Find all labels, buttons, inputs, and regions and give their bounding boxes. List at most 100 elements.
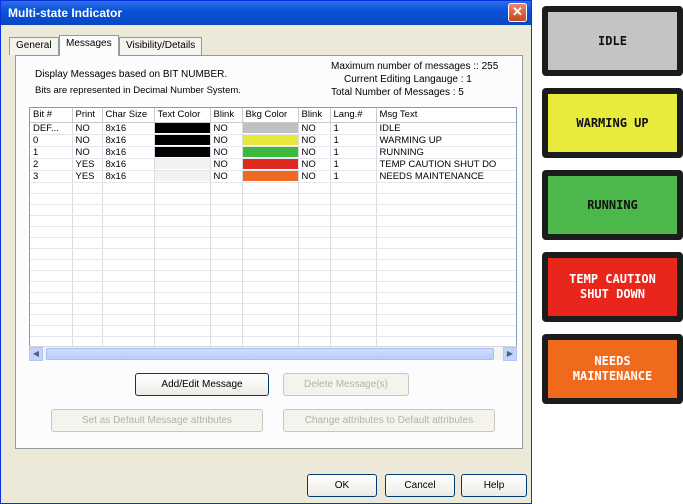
empty-cell — [102, 303, 155, 315]
empty-cell — [102, 204, 155, 216]
empty-cell — [72, 259, 103, 271]
table-row[interactable]: 0 NO 8x16 NO NO 1 WARMING UP — [30, 134, 516, 147]
empty-cell — [102, 215, 155, 227]
table-row[interactable]: 2 YES 8x16 NO NO 1 TEMP CAUTION SHUT DO — [30, 158, 516, 171]
empty-cell — [30, 182, 73, 194]
bkg-color-cell — [242, 170, 299, 183]
empty-cell — [154, 237, 211, 249]
empty-cell — [242, 259, 299, 271]
empty-cell — [154, 303, 211, 315]
column-header-msg-text[interactable]: Msg Text — [376, 108, 516, 123]
empty-cell — [210, 193, 243, 205]
window-title: Multi-state Indicator — [8, 6, 123, 20]
msg-cell: IDLE — [376, 122, 516, 135]
bit-cell: 0 — [30, 134, 73, 147]
text-color-cell — [154, 146, 211, 159]
color-swatch — [242, 171, 297, 181]
bkg-blink-cell: NO — [298, 122, 331, 135]
color-swatch — [242, 147, 297, 157]
bit-cell: 3 — [30, 170, 73, 183]
empty-cell — [102, 292, 155, 304]
msg-cell: RUNNING — [376, 146, 516, 159]
empty-cell — [330, 325, 377, 337]
empty-cell — [72, 204, 103, 216]
tab-messages[interactable]: Messages — [59, 35, 119, 56]
set-default-attributes-button[interactable]: Set as Default Message attributes — [51, 409, 263, 432]
column-header-text-color[interactable]: Text Color — [154, 108, 211, 123]
empty-cell — [210, 204, 243, 216]
column-header-lang[interactable]: Lang.# — [330, 108, 377, 123]
print-cell: YES — [72, 170, 103, 183]
empty-cell — [72, 237, 103, 249]
column-header-bkg-blink[interactable]: Blink — [298, 108, 331, 123]
empty-cell — [376, 325, 516, 337]
lang-cell: 1 — [330, 134, 377, 147]
bkg-color-cell — [242, 158, 299, 171]
column-header-print[interactable]: Print — [72, 108, 103, 123]
bkg-blink-cell: NO — [298, 134, 331, 147]
tab-general[interactable]: General — [9, 37, 59, 55]
empty-cell — [102, 237, 155, 249]
empty-cell — [210, 237, 243, 249]
scroll-right-icon[interactable]: ▶ — [503, 347, 517, 361]
empty-cell — [210, 215, 243, 227]
help-button[interactable]: Help — [461, 474, 527, 497]
empty-row — [30, 292, 516, 304]
empty-cell — [298, 204, 331, 216]
change-to-default-button[interactable]: Change attributes to Default attributes — [283, 409, 495, 432]
indicator-face: IDLE — [548, 12, 677, 70]
empty-cell — [30, 270, 73, 282]
add-edit-message-button[interactable]: Add/Edit Message — [135, 373, 269, 396]
bkg-color-cell — [242, 134, 299, 147]
empty-cell — [376, 270, 516, 282]
empty-row — [30, 270, 516, 282]
blink-cell: NO — [210, 170, 243, 183]
empty-cell — [154, 226, 211, 238]
column-header-bkg-color[interactable]: Bkg Color — [242, 108, 299, 123]
messages-grid[interactable]: Bit # Print Char Size Text Color Blink B… — [29, 107, 517, 360]
empty-cell — [154, 325, 211, 337]
empty-cell — [298, 259, 331, 271]
scrollbar-thumb[interactable] — [46, 348, 494, 360]
empty-cell — [210, 182, 243, 194]
empty-cell — [210, 314, 243, 326]
empty-cell — [242, 292, 299, 304]
info-decimal-system: Bits are represented in Decimal Number S… — [35, 85, 241, 96]
grid-header-row: Bit # Print Char Size Text Color Blink B… — [30, 108, 516, 123]
msg-cell: NEEDS MAINTENANCE — [376, 170, 516, 183]
column-header-char-size[interactable]: Char Size — [102, 108, 155, 123]
scroll-left-icon[interactable]: ◀ — [29, 347, 43, 361]
empty-cell — [242, 193, 299, 205]
indicator-needs-maintenance: NEEDS MAINTENANCE — [542, 334, 683, 404]
close-icon[interactable]: ✕ — [508, 3, 527, 22]
empty-cell — [330, 303, 377, 315]
delete-messages-button[interactable]: Delete Message(s) — [283, 373, 409, 396]
empty-cell — [30, 303, 73, 315]
empty-cell — [376, 314, 516, 326]
empty-cell — [376, 193, 516, 205]
empty-cell — [72, 325, 103, 337]
empty-cell — [330, 237, 377, 249]
table-row[interactable]: DEF... NO 8x16 NO NO 1 IDLE — [30, 122, 516, 135]
empty-cell — [298, 215, 331, 227]
table-row[interactable]: 3 YES 8x16 NO NO 1 NEEDS MAINTENANCE — [30, 170, 516, 183]
empty-cell — [242, 270, 299, 282]
tab-visibility-details[interactable]: Visibility/Details — [119, 37, 203, 55]
empty-cell — [376, 226, 516, 238]
title-bar[interactable]: Multi-state Indicator ✕ — [1, 1, 531, 25]
bit-cell: 1 — [30, 146, 73, 159]
column-header-bit[interactable]: Bit # — [30, 108, 73, 123]
empty-cell — [102, 314, 155, 326]
table-row[interactable]: 1 NO 8x16 NO NO 1 RUNNING — [30, 146, 516, 159]
indicator-temp-caution: TEMP CAUTION SHUT DOWN — [542, 252, 683, 322]
empty-cell — [298, 314, 331, 326]
column-header-blink[interactable]: Blink — [210, 108, 243, 123]
empty-cell — [376, 248, 516, 260]
horizontal-scrollbar[interactable]: ◀ ▶ — [29, 346, 517, 361]
empty-cell — [30, 259, 73, 271]
bkg-blink-cell: NO — [298, 170, 331, 183]
ok-button[interactable]: OK — [307, 474, 377, 497]
cancel-button[interactable]: Cancel — [385, 474, 455, 497]
char-size-cell: 8x16 — [102, 122, 155, 135]
empty-cell — [72, 292, 103, 304]
